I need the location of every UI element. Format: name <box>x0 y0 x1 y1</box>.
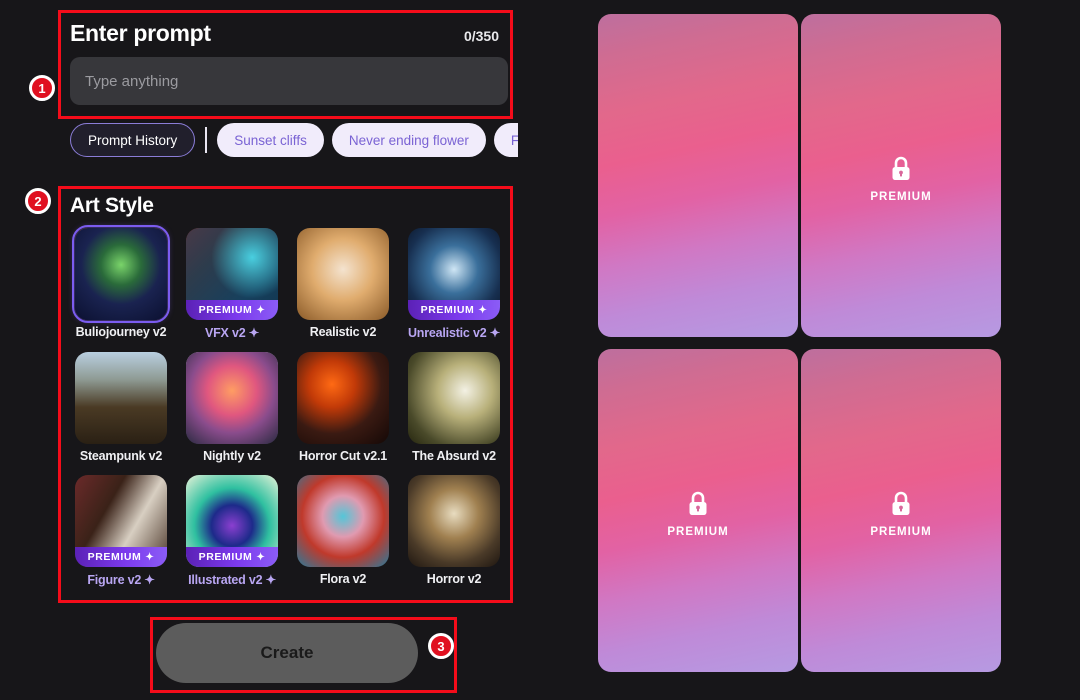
art-style-thumbnail <box>297 475 389 567</box>
art-style-title: Art Style <box>70 194 154 217</box>
premium-badge: PREMIUM ✦ <box>75 547 167 567</box>
gallery-card[interactable]: PREMIUM <box>801 14 1001 337</box>
thumbnail-image <box>408 352 500 444</box>
art-style-tile-realistic-v2[interactable]: Realistic v2 <box>292 228 394 340</box>
art-style-label: Flora v2 <box>319 572 367 586</box>
suggestion-chip-label: Fire and w <box>510 132 518 148</box>
thumbnail-image <box>186 352 278 444</box>
premium-lock-overlay: PREMIUM <box>598 491 798 538</box>
art-style-label: Figure v2 ✦ <box>87 573 155 587</box>
generator-panel: Enter prompt 0/350 Prompt History Sunset… <box>0 0 560 700</box>
art-style-tile-illustrated-v2[interactable]: PREMIUM ✦ Illustrated v2 ✦ <box>181 475 283 587</box>
thumbnail-image <box>75 228 167 320</box>
art-style-label: Horror Cut v2.1 <box>299 449 387 463</box>
art-style-tile-buliojourney-v2[interactable]: Buliojourney v2 <box>70 224 172 340</box>
page-title: Enter prompt <box>70 20 211 46</box>
thumbnail-image <box>408 475 500 567</box>
sparkle-icon: ✦ <box>256 304 266 316</box>
art-style-tile-the-absurd-v2[interactable]: The Absurd v2 <box>403 352 505 463</box>
art-style-label: Horror v2 <box>426 572 482 586</box>
art-style-label: Nightly v2 <box>203 449 261 463</box>
annotation-marker-1: 1 <box>29 75 55 101</box>
premium-badge: PREMIUM ✦ <box>408 300 500 320</box>
thumbnail-image <box>75 352 167 444</box>
art-style-thumbnail <box>71 224 171 324</box>
art-style-tile-nightly-v2[interactable]: Nightly v2 <box>181 352 283 463</box>
sparkle-icon: ✦ <box>145 551 155 563</box>
prompt-suggestions-row: Prompt History Sunset cliffs Never endin… <box>70 122 518 158</box>
premium-badge-label: PREMIUM <box>198 304 253 316</box>
art-style-tile-unrealistic-v2[interactable]: PREMIUM ✦ Unrealistic v2 ✦ <box>403 228 505 340</box>
thumbnail-image <box>297 228 389 320</box>
suggestion-chip-label: Never ending flower <box>348 132 469 148</box>
art-style-label: Realistic v2 <box>309 325 377 339</box>
create-button[interactable]: Create <box>156 623 418 683</box>
prompt-section: Enter prompt 0/350 <box>58 10 513 119</box>
art-style-thumbnail: PREMIUM ✦ <box>408 228 500 320</box>
annotation-marker-3: 3 <box>428 633 454 659</box>
art-style-label: The Absurd v2 <box>412 449 496 463</box>
thumbnail-image <box>297 475 389 567</box>
premium-lock-overlay: PREMIUM <box>801 491 1001 538</box>
gallery-card[interactable] <box>598 14 798 337</box>
art-style-grid: Buliojourney v2 PREMIUM ✦ VFX v2 ✦ Realistic… <box>70 224 513 587</box>
gallery-panel: PREMIUM PREMIUM PREMIUM <box>560 0 1080 700</box>
annotation-marker-2: 2 <box>25 188 51 214</box>
suggestion-chip-2[interactable]: Fire and w <box>493 123 518 157</box>
premium-lock-overlay: PREMIUM <box>801 156 1001 203</box>
premium-label: PREMIUM <box>870 526 932 539</box>
art-style-label: Unrealistic v2 ✦ <box>407 326 501 340</box>
art-style-tile-horror-v2[interactable]: Horror v2 <box>403 475 505 587</box>
prompt-input[interactable] <box>70 57 508 105</box>
character-counter: 0/350 <box>463 28 499 44</box>
art-style-tile-flora-v2[interactable]: Flora v2 <box>292 475 394 587</box>
premium-label: PREMIUM <box>870 191 932 204</box>
premium-label: PREMIUM <box>667 526 729 539</box>
premium-badge-label: PREMIUM <box>420 304 475 316</box>
prompt-history-button[interactable]: Prompt History <box>70 123 196 157</box>
art-style-thumbnail: PREMIUM ✦ <box>186 475 278 567</box>
suggestion-chip-label: Sunset cliffs <box>234 132 307 148</box>
art-style-thumbnail <box>297 228 389 320</box>
sparkle-icon: ✦ <box>478 304 488 316</box>
art-style-thumbnail <box>75 352 167 444</box>
art-style-thumbnail: PREMIUM ✦ <box>186 228 278 320</box>
art-style-section: Art Style Buliojourney v2 PREMIUM ✦ VFX v2 … <box>58 186 513 603</box>
art-style-thumbnail <box>408 475 500 567</box>
gallery-card[interactable]: PREMIUM <box>801 349 1001 672</box>
art-style-tile-figure-v2[interactable]: PREMIUM ✦ Figure v2 ✦ <box>70 475 172 587</box>
premium-badge-label: PREMIUM <box>87 551 142 563</box>
art-style-label: Illustrated v2 ✦ <box>188 573 276 587</box>
thumbnail-image <box>297 352 389 444</box>
suggestion-chip-1[interactable]: Never ending flower <box>331 123 486 157</box>
art-style-thumbnail <box>186 352 278 444</box>
lock-glyph <box>689 491 707 516</box>
art-style-thumbnail <box>408 352 500 444</box>
premium-badge-label: PREMIUM <box>198 551 253 563</box>
art-style-thumbnail: PREMIUM ✦ <box>75 475 167 567</box>
art-style-thumbnail <box>297 352 389 444</box>
art-style-tile-horror-cut-v2-1[interactable]: Horror Cut v2.1 <box>292 352 394 463</box>
gallery-grid: PREMIUM PREMIUM PREMIUM <box>598 14 1001 672</box>
chip-divider <box>205 127 208 153</box>
premium-badge: PREMIUM ✦ <box>186 547 278 567</box>
art-style-tile-steampunk-v2[interactable]: Steampunk v2 <box>70 352 172 463</box>
art-style-label: Buliojourney v2 <box>75 325 167 339</box>
gallery-card[interactable]: PREMIUM <box>598 349 798 672</box>
art-style-label: Steampunk v2 <box>79 449 163 463</box>
lock-glyph <box>892 156 910 181</box>
prompt-history-label: Prompt History <box>88 132 178 148</box>
art-style-tile-vfx-v2[interactable]: PREMIUM ✦ VFX v2 ✦ <box>181 228 283 340</box>
art-style-label: VFX v2 ✦ <box>204 326 260 340</box>
premium-badge: PREMIUM ✦ <box>186 300 278 320</box>
lock-glyph <box>892 491 910 516</box>
suggestion-chip-0[interactable]: Sunset cliffs <box>217 123 324 157</box>
prompt-header: Enter prompt 0/350 <box>70 20 503 47</box>
sparkle-icon: ✦ <box>256 551 266 563</box>
